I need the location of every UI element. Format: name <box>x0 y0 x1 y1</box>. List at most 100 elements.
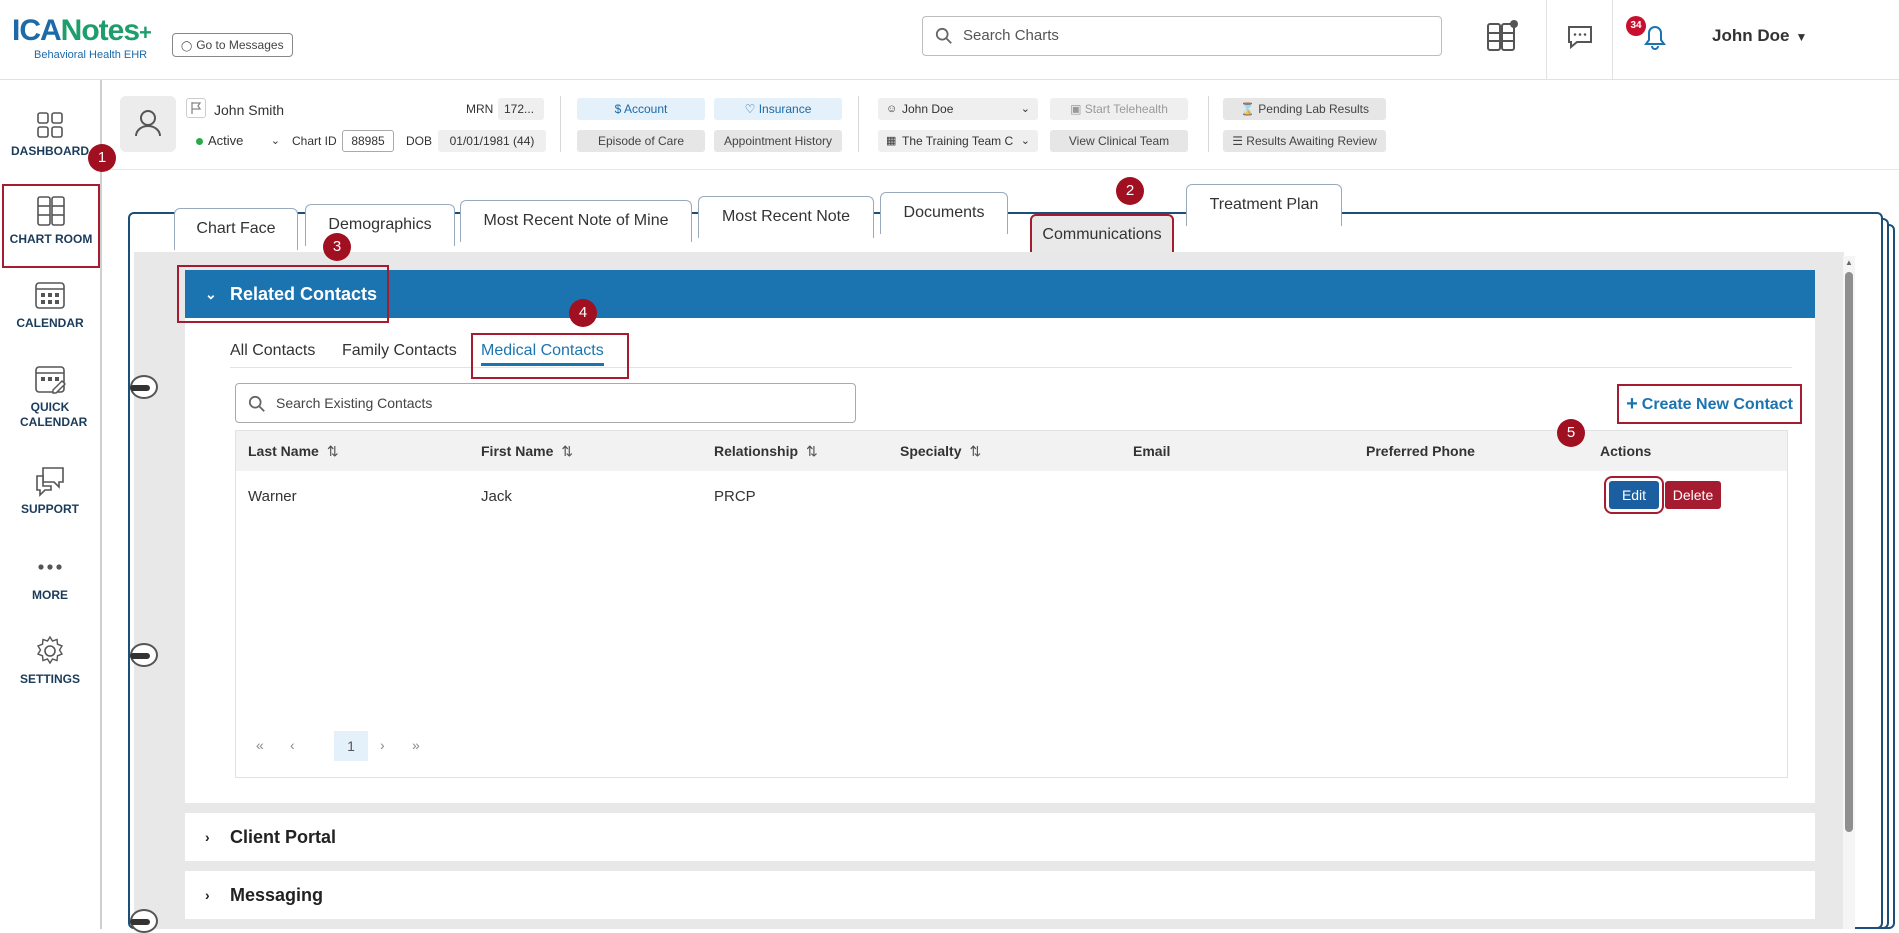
chevron-down-icon: ⌄ <box>1020 103 1030 115</box>
account-button[interactable]: $ Account <box>577 98 705 120</box>
tab-most-recent-note[interactable]: Most Recent Note <box>698 196 874 238</box>
messaging-header[interactable]: › Messaging <box>185 871 1815 919</box>
current-page[interactable]: 1 <box>334 731 368 761</box>
sort-icon[interactable]: ⇅ <box>327 443 339 459</box>
insurance-button[interactable]: ♡ Insurance <box>714 98 842 120</box>
subtab-family-contacts[interactable]: Family Contacts <box>342 342 457 360</box>
video-icon: ▣ <box>1070 102 1085 116</box>
sidebar-item-quick-calendar[interactable]: QUICK CALENDAR <box>0 362 100 430</box>
scroll-up-icon[interactable]: ▲ <box>1845 258 1853 267</box>
pending-lab-results-button[interactable]: ⌛ Pending Lab Results <box>1223 98 1386 120</box>
section-title: Client Portal <box>230 827 337 847</box>
user-menu[interactable]: John Doe ▼ <box>1712 26 1807 46</box>
provider-select[interactable]: ☺ John Doe ⌄ <box>878 98 1038 120</box>
more-icon <box>38 564 62 570</box>
column-label: Specialty <box>900 443 962 459</box>
delete-button[interactable]: Delete <box>1665 481 1721 509</box>
notification-badge: 34 <box>1626 16 1646 36</box>
search-charts-input[interactable]: Search Charts <box>922 16 1442 56</box>
callout-marker: 3 <box>323 233 351 261</box>
hourglass-icon: ⌛ <box>1239 102 1259 116</box>
divider <box>1208 96 1209 152</box>
search-contacts-placeholder: Search Existing Contacts <box>276 395 433 411</box>
tab-documents[interactable]: Documents <box>880 192 1008 234</box>
column-last-name[interactable]: Last Name ⇅ <box>248 443 339 460</box>
cell-first-name: Jack <box>481 488 512 505</box>
status-select[interactable]: Active ⌄ <box>186 130 286 152</box>
sort-icon[interactable]: ⇅ <box>969 443 981 459</box>
dashboard-icon <box>37 112 63 138</box>
pending-lab-results-label: Pending Lab Results <box>1258 102 1370 116</box>
status-value: Active <box>208 133 244 148</box>
support-icon <box>36 467 64 497</box>
shield-icon: ♡ <box>744 102 759 116</box>
results-awaiting-review-label: Results Awaiting Review <box>1246 134 1377 148</box>
column-first-name[interactable]: First Name ⇅ <box>481 443 573 460</box>
user-icon: ☺ <box>886 103 898 115</box>
start-telehealth-button[interactable]: ▣ Start Telehealth <box>1050 98 1188 120</box>
tab-communications[interactable]: Communications <box>1030 214 1174 256</box>
sidebar-item-label: DASHBOARD <box>11 144 89 158</box>
sidebar-item-settings[interactable]: SETTINGS <box>0 634 100 686</box>
patient-name[interactable]: John Smith <box>214 102 284 118</box>
sidebar-item-label: SETTINGS <box>19 672 80 686</box>
results-awaiting-review-button[interactable]: ☰ Results Awaiting Review <box>1223 130 1386 152</box>
episode-of-care-button[interactable]: Episode of Care <box>577 130 705 152</box>
team-select[interactable]: ▦ The Training Team C ⌄ <box>878 130 1038 152</box>
scrollbar-thumb[interactable] <box>1845 272 1853 832</box>
logo-brand: ICANotes+ <box>12 14 152 47</box>
sidebar-item-calendar[interactable]: CALENDAR <box>0 278 100 330</box>
chat-icon[interactable] <box>1560 18 1600 54</box>
calendar-icon <box>35 282 65 309</box>
flag-icon[interactable] <box>186 98 206 118</box>
header-divider <box>1546 0 1547 80</box>
building-icon: ▦ <box>886 135 897 147</box>
create-new-contact-button[interactable]: + Create New Contact <box>1617 384 1802 424</box>
sidebar-item-chart-room[interactable]: CHART ROOM <box>2 184 100 268</box>
prev-page-icon[interactable]: ‹ <box>290 737 295 753</box>
sidebar-item-more[interactable]: MORE <box>0 550 100 602</box>
go-to-messages-button[interactable]: ◯ Go to Messages <box>172 33 293 57</box>
sort-icon[interactable]: ⇅ <box>806 443 818 459</box>
chevron-right-icon: › <box>205 887 210 903</box>
appointment-history-button[interactable]: Appointment History <box>714 130 842 152</box>
next-page-icon[interactable]: › <box>380 737 385 753</box>
sort-icon[interactable]: ⇅ <box>561 443 573 459</box>
column-actions: Actions <box>1600 443 1652 459</box>
callout-marker: 1 <box>88 144 116 172</box>
chart-id-value: 88985 <box>342 130 394 152</box>
callout-marker: 5 <box>1557 419 1585 447</box>
header-divider <box>1612 0 1613 80</box>
search-contacts-input[interactable]: Search Existing Contacts <box>235 383 856 423</box>
chart-cabinet-icon[interactable] <box>1482 18 1522 54</box>
search-icon <box>935 27 952 44</box>
create-new-contact-label: Create New Contact <box>1641 396 1793 413</box>
sidebar-item-label: QUICK CALENDAR <box>20 400 88 429</box>
go-to-messages-label: Go to Messages <box>196 38 284 52</box>
related-contacts-header[interactable]: ⌄ Related Contacts <box>185 270 1815 318</box>
message-icon: ◯ <box>181 41 193 52</box>
scrollbar[interactable]: ▲ <box>1843 256 1855 929</box>
chart-room-icon <box>37 196 65 226</box>
sidebar-item-dashboard[interactable]: DASHBOARD <box>0 110 100 158</box>
start-telehealth-label: Start Telehealth <box>1084 102 1168 116</box>
column-relationship[interactable]: Relationship ⇅ <box>714 443 818 460</box>
client-portal-header[interactable]: › Client Portal <box>185 813 1815 861</box>
first-page-icon[interactable]: « <box>256 737 264 753</box>
column-specialty[interactable]: Specialty ⇅ <box>900 443 981 460</box>
status-dot <box>196 138 203 146</box>
column-preferred-phone: Preferred Phone <box>1366 443 1475 459</box>
tab-most-recent-note-of-mine[interactable]: Most Recent Note of Mine <box>460 200 692 242</box>
edit-button[interactable]: Edit <box>1604 476 1664 514</box>
app-logo[interactable]: ICANotes+ Behavioral Health EHR <box>12 14 152 62</box>
sidebar-item-support[interactable]: SUPPORT <box>0 464 100 516</box>
chevron-right-icon: › <box>205 829 210 845</box>
tab-treatment-plan[interactable]: Treatment Plan <box>1186 184 1342 226</box>
last-page-icon[interactable]: » <box>412 737 420 753</box>
callout-marker: 2 <box>1116 177 1144 205</box>
view-clinical-team-button[interactable]: View Clinical Team <box>1050 130 1188 152</box>
patient-header: John Smith MRN 172... Active ⌄ Chart ID 8… <box>102 80 1899 170</box>
team-value: The Training Team C <box>902 134 1014 148</box>
tab-chart-face[interactable]: Chart Face <box>174 208 298 250</box>
subtab-all-contacts[interactable]: All Contacts <box>230 342 315 360</box>
